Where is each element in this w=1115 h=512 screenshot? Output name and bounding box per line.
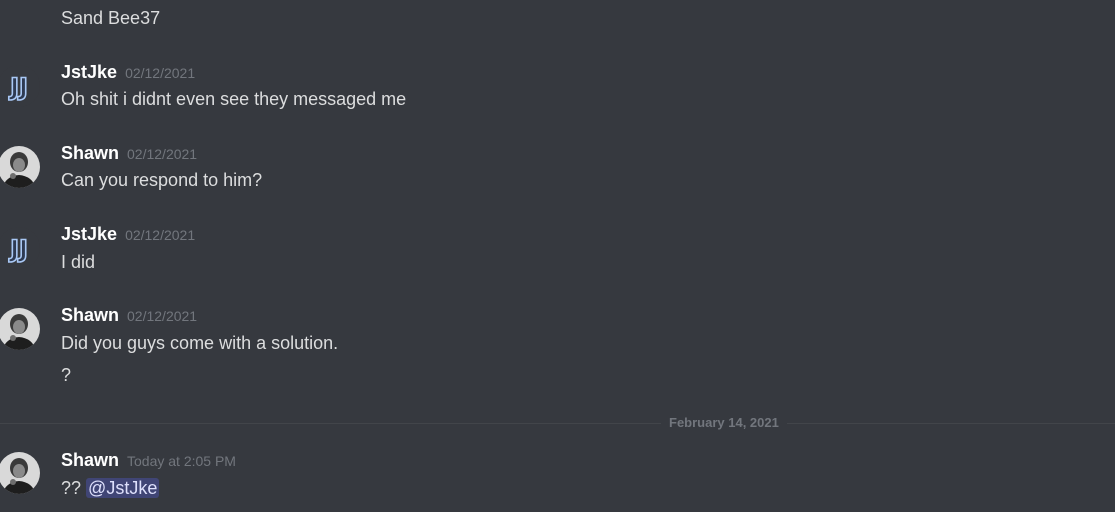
message-text: Can you respond to him? <box>61 170 263 190</box>
timestamp: 02/12/2021 <box>127 146 198 162</box>
date-divider <box>0 423 1115 424</box>
username[interactable]: Shawn <box>61 450 119 470</box>
user-mention[interactable]: @JstJke <box>86 478 160 498</box>
message-text: Did you guys come with a solution. <box>61 333 339 353</box>
message-text: Sand Bee37 <box>61 8 161 28</box>
svg-text:JJ: JJ <box>8 73 28 101</box>
chat-messages: Sand Bee37 JJ JstJke 02/12/2021 Oh shit i… <box>0 0 1115 512</box>
message-header: JstJke 02/12/2021 <box>61 62 195 84</box>
person-photo-avatar-icon[interactable] <box>0 146 40 188</box>
username[interactable]: JstJke <box>61 224 117 244</box>
jj-logo-avatar-icon[interactable]: JJ <box>0 65 40 107</box>
timestamp: 02/12/2021 <box>125 65 196 81</box>
timestamp: Today at 2:05 PM <box>127 453 236 469</box>
message-content: ?? @JstJke <box>61 477 160 499</box>
username[interactable]: Shawn <box>61 305 119 325</box>
message-text: ? <box>61 365 72 385</box>
date-divider-label: February 14, 2021 <box>661 415 787 431</box>
message-text: ?? <box>61 478 82 498</box>
message-text: Oh shit i didnt even see they messaged m… <box>61 89 407 109</box>
timestamp: 02/12/2021 <box>127 308 198 324</box>
message-header: Shawn 02/12/2021 <box>61 305 197 327</box>
person-photo-avatar-icon[interactable] <box>0 308 40 350</box>
person-photo-avatar-icon[interactable] <box>0 452 40 494</box>
message-header: Shawn 02/12/2021 <box>61 143 197 165</box>
username[interactable]: Shawn <box>61 143 119 163</box>
message-header: JstJke 02/12/2021 <box>61 224 195 246</box>
svg-text:JJ: JJ <box>8 235 28 263</box>
timestamp: 02/12/2021 <box>125 227 196 243</box>
message-text: I did <box>61 252 96 272</box>
username[interactable]: JstJke <box>61 62 117 82</box>
jj-logo-avatar-icon[interactable]: JJ <box>0 227 40 269</box>
message-header: Shawn Today at 2:05 PM <box>61 450 236 472</box>
